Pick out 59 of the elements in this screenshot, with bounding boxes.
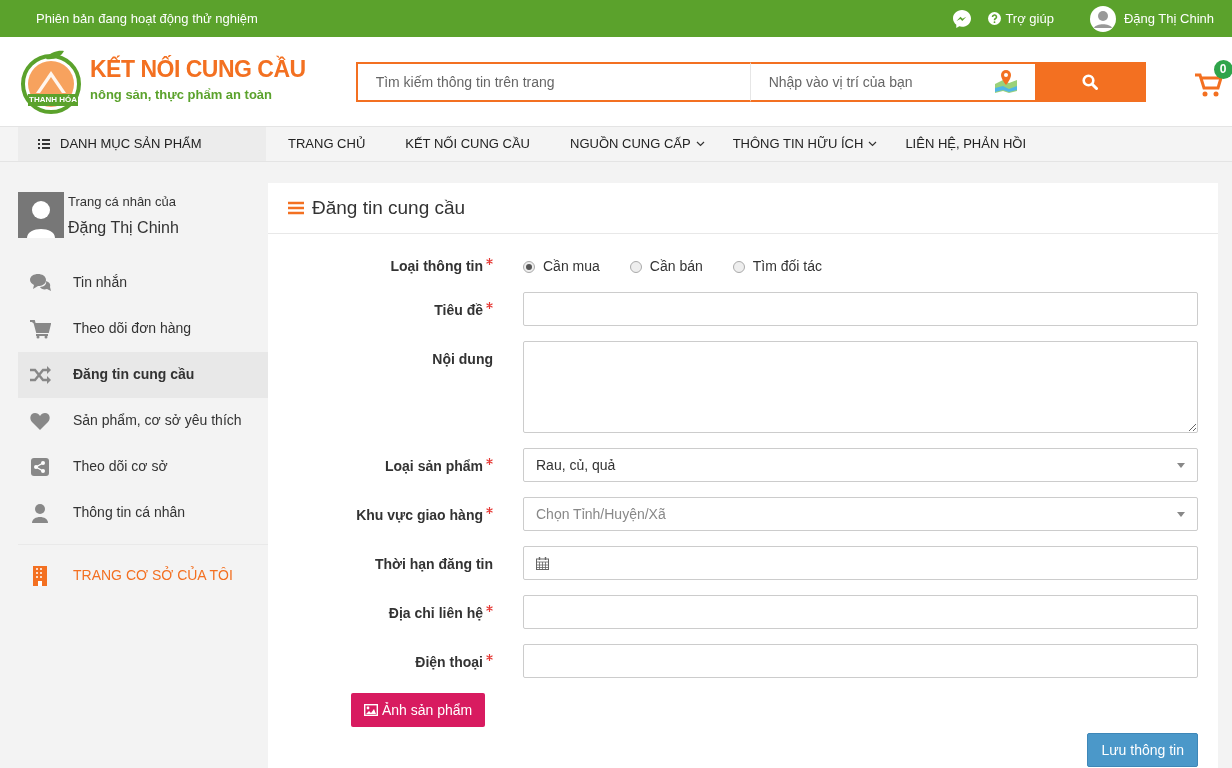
cart-icon — [29, 317, 51, 340]
nav-link[interactable]: TRANG CHỦ — [288, 134, 366, 154]
product-photo-button[interactable]: Ảnh sản phẩm — [351, 693, 486, 727]
sidebar-item[interactable]: Đăng tin cung cầu — [18, 351, 268, 398]
map-pin-icon — [992, 68, 1019, 93]
text-input-field[interactable] — [523, 292, 1198, 326]
textarea-field[interactable] — [523, 341, 1198, 433]
text-input-field[interactable] — [523, 644, 1198, 678]
chat-bubbles-icon — [29, 271, 51, 294]
radio-option[interactable]: Cần mua — [523, 256, 600, 277]
field-label: Nội dung — [432, 351, 493, 367]
nav-link[interactable]: NGUỒN CUNG CẤP — [570, 134, 705, 154]
notice-text: Phiên bản đang hoạt động thử nghiệm — [36, 9, 258, 28]
nav-link[interactable]: KẾT NỐI CUNG CẦU — [405, 134, 530, 154]
cart-count-badge: 0 — [1213, 59, 1232, 79]
logo-tagline: nông sản, thực phẩm an toàn — [90, 86, 274, 105]
search-button[interactable] — [1034, 61, 1146, 102]
user-avatar-icon[interactable] — [1089, 5, 1116, 32]
search-icon — [1082, 73, 1099, 90]
field-label: Khu vực giao hàng — [356, 507, 483, 523]
profile-name: Đặng Thị Chinh — [68, 217, 179, 238]
field-label: Điện thoại — [415, 654, 483, 670]
dropdown-arrow-icon — [1177, 462, 1185, 468]
calendar-icon — [536, 556, 549, 570]
building-icon — [32, 564, 48, 587]
select-field[interactable]: Chọn Tỉnh/Huyện/Xã — [523, 497, 1198, 531]
sidebar-item[interactable]: Sản phẩm, cơ sở yêu thích — [18, 397, 268, 444]
radio-option[interactable]: Tìm đối tác — [732, 256, 822, 277]
field-label: Tiêu đề — [434, 302, 483, 318]
nav-link[interactable]: THÔNG TIN HỮU ÍCH — [732, 134, 878, 154]
help-icon — [988, 12, 1002, 25]
select-field[interactable]: Rau, củ, quả — [523, 448, 1198, 482]
field-label: Địa chỉ liên hệ — [388, 605, 483, 621]
field-label: Loại thông tin — [390, 258, 483, 274]
shuffle-icon — [29, 363, 51, 386]
radio-option[interactable]: Cần bán — [629, 256, 703, 277]
category-menu[interactable]: DANH MỤC SẢN PHẨM — [18, 127, 266, 161]
share-icon — [29, 455, 51, 478]
menu-icon — [288, 201, 304, 215]
image-icon — [364, 704, 378, 716]
form-title: Đăng tin cung cầu — [312, 195, 466, 220]
text-input-field[interactable] — [523, 595, 1198, 629]
date-field[interactable] — [523, 546, 1198, 580]
field-label: Thời hạn đăng tin — [374, 556, 493, 572]
nav-link[interactable]: LIÊN HỆ, PHẢN HỒI — [905, 134, 1026, 154]
avatar-placeholder — [18, 192, 64, 238]
messenger-icon[interactable] — [952, 8, 973, 29]
sidebar-item[interactable]: Theo dõi cơ sở — [18, 443, 268, 490]
field-label: Loại sản phẩm — [384, 458, 483, 474]
dropdown-arrow-icon — [1177, 511, 1185, 517]
profile-caption: Trang cá nhân của — [68, 193, 177, 211]
sidebar-item[interactable]: Tin nhắn — [18, 259, 268, 306]
search-field[interactable]: Tìm kiếm thông tin trên trang — [355, 61, 750, 102]
sidebar-item[interactable]: Thông tin cá nhân — [18, 489, 268, 536]
sidebar-item[interactable]: Theo dõi đơn hàng — [18, 305, 268, 352]
cart-icon[interactable] — [1193, 71, 1224, 98]
list-icon — [38, 139, 50, 149]
user-icon — [29, 501, 51, 524]
location-field[interactable]: Nhập vào vị trí của bạn — [749, 61, 1035, 102]
